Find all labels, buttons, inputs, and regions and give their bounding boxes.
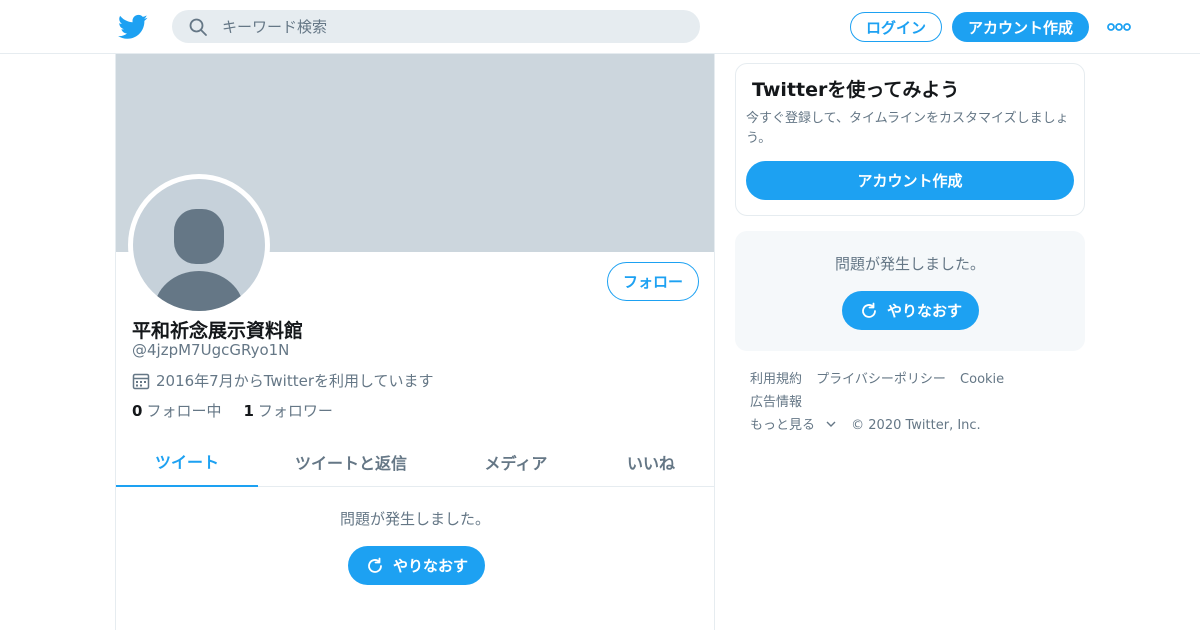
refresh-icon	[368, 557, 382, 573]
calendar-icon	[132, 373, 150, 389]
followers-label: フォロワー	[257, 402, 333, 420]
chevron-down-icon	[826, 421, 836, 427]
footer: 利用規約 プライバシーポリシー Cookie 広告情報 もっと見る © 2020…	[750, 368, 1080, 437]
followers-count: 1	[243, 402, 254, 420]
footer-link-ads[interactable]: 広告情報	[750, 395, 802, 410]
sidebar-error-text: 問題が発生しました。	[834, 255, 985, 273]
sidebar-error-box: 問題が発生しました。 やりなおす	[735, 231, 1085, 351]
profile-column: フォロー 平和祈念展示資料館 @4jzpM7UgcGRyo1N 2016年7月か…	[115, 54, 715, 630]
join-date: 2016年7月からTwitterを利用しています	[132, 370, 434, 391]
retry-button[interactable]: やりなおす	[348, 546, 485, 585]
profile-tabs: ツイート ツイートと返信 メディア いいね	[116, 436, 714, 487]
refresh-icon	[862, 302, 876, 318]
card-signup-button[interactable]: アカウント作成	[746, 161, 1074, 200]
signup-card-text: 今すぐ登録して、タイムラインをカスタマイズしましょう。	[746, 111, 1069, 146]
following-link[interactable]: 0 フォロー中	[132, 400, 221, 421]
footer-link-terms[interactable]: 利用規約	[750, 372, 802, 387]
search-icon	[189, 18, 207, 36]
signup-button[interactable]: アカウント作成	[952, 12, 1089, 42]
sidebar-retry-label: やりなおす	[886, 302, 962, 320]
following-count: 0	[132, 402, 143, 420]
footer-link-privacy[interactable]: プライバシーポリシー	[816, 372, 946, 387]
more-options-icon[interactable]	[1106, 18, 1132, 36]
tab-likes[interactable]: いいね	[611, 436, 691, 487]
avatar[interactable]	[128, 174, 270, 316]
followers-link[interactable]: 1 フォロワー	[243, 400, 332, 421]
signup-card: Twitterを使ってみよう 今すぐ登録して、タイムラインをカスタマイズしましょ…	[735, 63, 1085, 216]
follow-button[interactable]: フォロー	[607, 262, 699, 301]
footer-more-link[interactable]: もっと見る	[750, 418, 837, 433]
signup-card-title: Twitterを使ってみよう	[752, 79, 960, 101]
search-bar[interactable]	[172, 10, 700, 43]
tab-media[interactable]: メディア	[466, 436, 566, 487]
following-label: フォロー中	[146, 402, 222, 420]
profile-name: 平和祈念展示資料館	[132, 320, 304, 342]
default-avatar-icon	[133, 179, 265, 311]
sidebar-retry-button[interactable]: やりなおす	[842, 291, 979, 330]
profile-handle: @4jzpM7UgcGRyo1N	[132, 341, 290, 359]
follow-counts: 0 フォロー中 1 フォロワー	[132, 400, 355, 421]
twitter-bird-icon[interactable]	[118, 12, 148, 42]
join-date-text: 2016年7月からTwitterを利用しています	[156, 372, 434, 390]
tab-tweets-and-replies[interactable]: ツイートと返信	[286, 436, 416, 487]
search-input[interactable]	[222, 10, 682, 43]
login-button[interactable]: ログイン	[850, 12, 942, 42]
retry-label: やりなおす	[392, 557, 468, 575]
footer-more-label: もっと見る	[750, 418, 816, 433]
top-bar: ログイン アカウント作成	[0, 0, 1200, 54]
copyright: © 2020 Twitter, Inc.	[851, 418, 981, 433]
footer-link-cookie[interactable]: Cookie	[960, 372, 1004, 387]
timeline-error-text: 問題が発生しました。	[339, 510, 490, 528]
tab-tweets[interactable]: ツイート	[116, 436, 258, 487]
